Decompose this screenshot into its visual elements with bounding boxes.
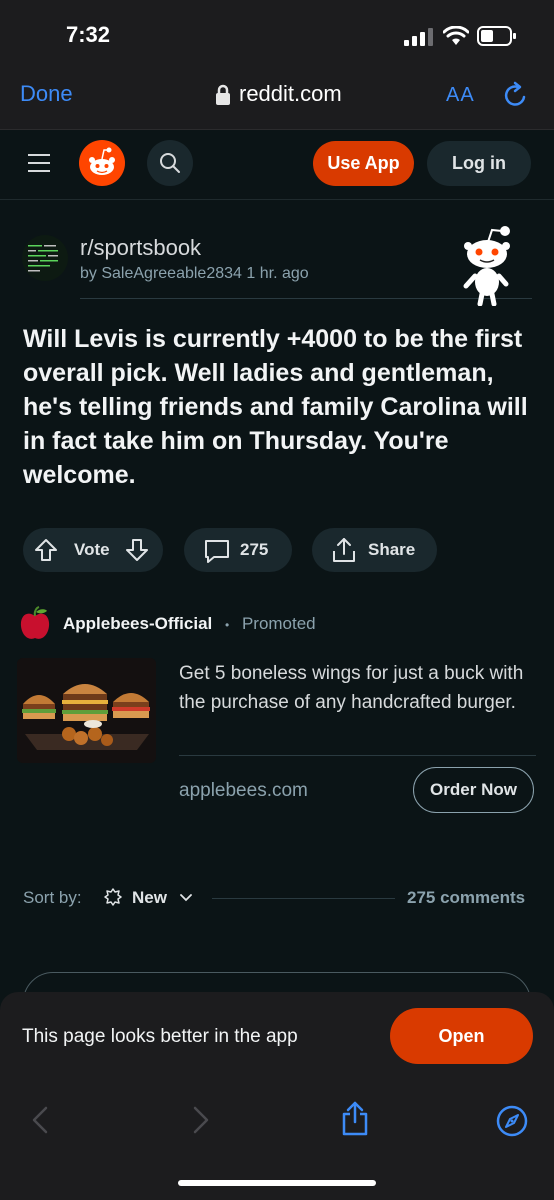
- back-icon[interactable]: [32, 1106, 48, 1134]
- comments-count: 275: [240, 540, 269, 559]
- share-icon: [333, 538, 355, 562]
- sort-value: New: [132, 888, 167, 907]
- lock-icon: [216, 84, 230, 105]
- ad-text[interactable]: Get 5 boneless wings for just a buck wit…: [179, 659, 531, 717]
- ad-divider: [179, 755, 536, 756]
- ad-separator: •: [225, 618, 230, 632]
- reload-icon[interactable]: [503, 81, 529, 109]
- downvote-icon[interactable]: [125, 538, 149, 562]
- vote-label: Vote: [74, 540, 110, 559]
- upvote-icon[interactable]: [34, 538, 58, 562]
- ad-domain[interactable]: applebees.com: [179, 780, 308, 802]
- subreddit-avatar-art: [28, 245, 58, 272]
- post-title[interactable]: Will Levis is currently +4000 to be the …: [23, 322, 533, 492]
- author-prefix: by: [80, 265, 97, 282]
- author-name[interactable]: SaleAgreeable2834: [101, 265, 242, 282]
- home-indicator: [178, 1180, 376, 1186]
- reddit-header: Use App Log in: [0, 130, 554, 200]
- share-button[interactable]: Share: [312, 528, 437, 572]
- open-app-button[interactable]: Open: [390, 1008, 533, 1064]
- login-button[interactable]: Log in: [427, 141, 531, 186]
- subreddit-avatar[interactable]: [22, 235, 68, 281]
- chevron-down-icon: [180, 894, 192, 902]
- subreddit-name[interactable]: r/sportsbook: [80, 235, 201, 261]
- use-app-button[interactable]: Use App: [313, 141, 414, 186]
- share-sheet-icon[interactable]: [340, 1100, 370, 1136]
- comment-icon: [205, 540, 229, 563]
- cellular-signal-icon: [404, 28, 433, 46]
- status-time: 7:32: [66, 22, 111, 47]
- comments-count-label: 275 comments: [407, 888, 526, 907]
- sort-new-icon: [104, 888, 122, 906]
- compass-icon[interactable]: [495, 1104, 529, 1138]
- ad-image[interactable]: [17, 658, 156, 763]
- reddit-logo-icon[interactable]: [79, 140, 125, 186]
- sort-prefix: Sort by:: [23, 888, 82, 907]
- app-banner: This page looks better in the app Open: [0, 992, 554, 1080]
- browser-top-bar: Done reddit.com AA: [0, 62, 554, 130]
- ad-advertiser-line: Applebees-Official • Promoted: [63, 614, 316, 634]
- order-now-button[interactable]: Order Now: [413, 767, 534, 813]
- app-banner-message: This page looks better in the app: [22, 1026, 298, 1047]
- share-label: Share: [368, 540, 416, 559]
- search-icon: [160, 153, 180, 173]
- sort-divider: [212, 898, 395, 899]
- vote-bar: Vote: [23, 528, 163, 572]
- comments-button[interactable]: 275: [184, 528, 292, 572]
- burger-photo-art: [17, 658, 156, 763]
- forward-icon[interactable]: [193, 1106, 209, 1134]
- done-button[interactable]: Done: [20, 81, 73, 107]
- post-meta: by SaleAgreeable2834 1 hr. ago: [80, 265, 309, 283]
- sort-dropdown[interactable]: New: [104, 886, 196, 910]
- text-size-button[interactable]: AA: [446, 84, 475, 107]
- search-button[interactable]: [147, 140, 193, 186]
- snoo-mascot-icon: [463, 226, 510, 306]
- promoted-label: Promoted: [241, 614, 316, 633]
- wifi-icon: [443, 26, 469, 45]
- url-display[interactable]: reddit.com: [239, 81, 342, 107]
- battery-icon: [477, 26, 516, 46]
- menu-icon[interactable]: [28, 153, 52, 173]
- post-age: 1 hr. ago: [246, 265, 309, 282]
- browser-bottom-toolbar: [0, 1080, 554, 1200]
- status-bar: 7:32: [0, 0, 554, 62]
- advertiser-name[interactable]: Applebees-Official: [63, 614, 212, 633]
- applebees-logo-icon[interactable]: [19, 606, 51, 642]
